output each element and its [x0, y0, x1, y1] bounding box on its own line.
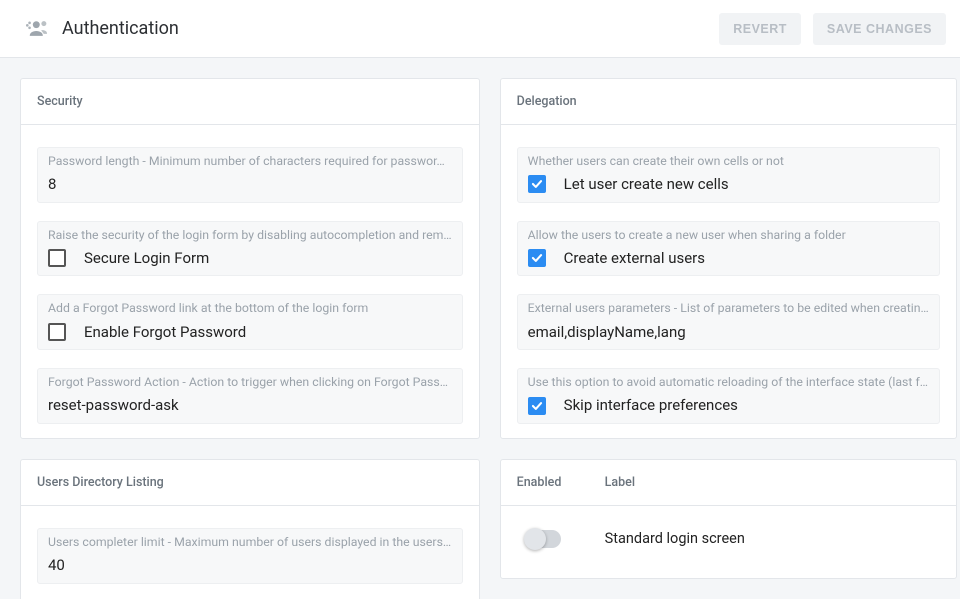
- forgot-password-action-field[interactable]: Forgot Password Action - Action to trigg…: [37, 368, 463, 424]
- create-cells-label: Whether users can create their own cells…: [528, 154, 929, 171]
- create-cells-checkbox[interactable]: [528, 175, 546, 193]
- save-changes-button[interactable]: SAVE CHANGES: [813, 13, 946, 45]
- forgot-password-label: Add a Forgot Password link at the bottom…: [48, 301, 452, 318]
- skip-preferences-label: Use this option to avoid automatic reloa…: [528, 375, 929, 392]
- forgot-password-action-label: Forgot Password Action - Action to trigg…: [48, 375, 452, 392]
- users-limit-label: Users completer limit - Maximum number o…: [48, 535, 452, 552]
- skip-preferences-text: Skip interface preferences: [564, 394, 738, 417]
- secure-login-label: Raise the security of the login form by …: [48, 228, 452, 245]
- users-directory-card: Users Directory Listing Users completer …: [20, 459, 480, 599]
- security-card: Security Password length - Minimum numbe…: [20, 78, 480, 439]
- delegation-card-title: Delegation: [501, 79, 956, 125]
- page-title: Authentication: [62, 18, 179, 39]
- secure-login-text: Secure Login Form: [84, 247, 209, 270]
- create-cells-text: Let user create new cells: [564, 173, 729, 196]
- external-users-params-value: email,displayName,lang: [528, 321, 686, 344]
- login-screens-card: Enabled Label Standard login screen: [500, 459, 957, 579]
- create-cells-field: Whether users can create their own cells…: [517, 147, 940, 203]
- external-users-checkbox[interactable]: [528, 249, 546, 267]
- login-screen-label: Standard login screen: [605, 530, 940, 547]
- col-label: Label: [605, 475, 940, 490]
- security-card-title: Security: [21, 79, 479, 125]
- password-length-field[interactable]: Password length - Minimum number of char…: [37, 147, 463, 203]
- skip-preferences-checkbox[interactable]: [528, 397, 546, 415]
- secure-login-field: Raise the security of the login form by …: [37, 221, 463, 277]
- users-limit-field[interactable]: Users completer limit - Maximum number o…: [37, 528, 463, 584]
- delegation-card: Delegation Whether users can create thei…: [500, 78, 957, 439]
- revert-button[interactable]: REVERT: [719, 13, 801, 45]
- users-limit-value: 40: [48, 554, 65, 577]
- users-directory-card-title: Users Directory Listing: [21, 460, 479, 506]
- forgot-password-checkbox[interactable]: [48, 323, 66, 341]
- external-users-params-label: External users parameters - List of para…: [528, 301, 929, 318]
- external-users-field: Allow the users to create a new user whe…: [517, 221, 940, 277]
- password-length-label: Password length - Minimum number of char…: [48, 154, 452, 171]
- secure-login-checkbox[interactable]: [48, 249, 66, 267]
- login-screen-toggle[interactable]: [525, 530, 561, 548]
- forgot-password-field: Add a Forgot Password link at the bottom…: [37, 294, 463, 350]
- external-users-label: Allow the users to create a new user whe…: [528, 228, 929, 245]
- forgot-password-action-value: reset-password-ask: [48, 394, 179, 417]
- forgot-password-text: Enable Forgot Password: [84, 321, 246, 344]
- external-users-text: Create external users: [564, 247, 705, 270]
- login-screen-row: Standard login screen: [501, 506, 956, 572]
- external-users-params-field[interactable]: External users parameters - List of para…: [517, 294, 940, 350]
- password-length-value: 8: [48, 173, 56, 196]
- authentication-icon: [26, 16, 52, 42]
- col-enabled: Enabled: [517, 475, 605, 490]
- skip-preferences-field: Use this option to avoid automatic reloa…: [517, 368, 940, 424]
